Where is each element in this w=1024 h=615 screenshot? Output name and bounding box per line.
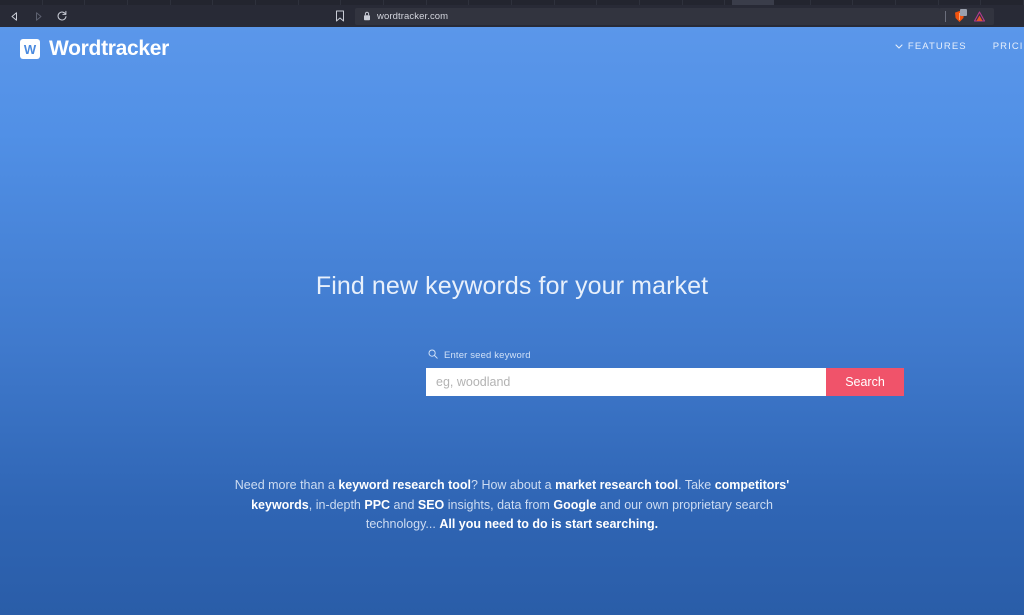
sub-copy-text-8: technology... (365, 517, 440, 531)
hero-sub-copy: Need more than a keyword research tool? … (227, 476, 797, 535)
triangle-extension-icon[interactable] (973, 10, 986, 23)
lock-icon (363, 8, 371, 26)
shields-badge (960, 9, 967, 16)
search-row: Search (426, 368, 904, 396)
sub-copy-bold-4: keywords (251, 497, 309, 512)
brave-shields-icon[interactable] (953, 9, 967, 23)
search-button[interactable]: Search (826, 368, 904, 396)
sub-copy-text-3: . Take (678, 478, 715, 492)
sub-copy-text-5: and (390, 497, 418, 512)
reload-icon[interactable] (55, 9, 69, 23)
sub-copy-text-2: ? How about a (471, 478, 556, 492)
back-arrow-icon[interactable] (7, 9, 21, 23)
sub-copy-bold-6: SEO (417, 497, 445, 512)
sub-copy-text-7: and our own proprietary search (596, 497, 773, 512)
bookmark-icon[interactable] (333, 9, 347, 23)
page-title: Find new keywords for your market (315, 272, 709, 300)
toolbar-divider (945, 11, 946, 22)
search-label: Enter seed keyword (426, 347, 904, 363)
sub-copy-bold-3: competitors' (714, 478, 790, 492)
page-content: W Wordtracker FEATURES PRICING Find new … (0, 27, 1024, 615)
sub-copy-bold-2: market research tool (555, 478, 679, 492)
sub-copy-bold-1: keyword research tool (338, 478, 472, 492)
sub-copy-text-4: , in-depth (308, 497, 365, 512)
navigation-buttons (0, 9, 69, 23)
extensions-area (939, 8, 994, 25)
sub-copy-text-1: Need more than a (234, 478, 339, 492)
browser-toolbar: wordtracker.com (0, 5, 1024, 27)
search-label-text: Enter seed keyword (444, 349, 531, 361)
hero-section: Find new keywords for your market Enter … (0, 27, 1024, 615)
sub-copy-bold-8: All you need to do is start searching. (439, 517, 659, 531)
browser-chrome: wordtracker.com (0, 0, 1024, 27)
sub-copy-bold-5: PPC (364, 497, 391, 512)
sub-copy-bold-7: Google (553, 497, 597, 512)
search-block: Enter seed keyword Search (426, 347, 904, 396)
search-input[interactable] (426, 368, 826, 396)
url-text: wordtracker.com (377, 11, 449, 22)
sub-copy-text-6: insights, data from (444, 497, 554, 512)
forward-arrow-icon[interactable] (31, 9, 45, 23)
url-bar[interactable]: wordtracker.com (355, 8, 940, 25)
search-icon (428, 346, 438, 364)
